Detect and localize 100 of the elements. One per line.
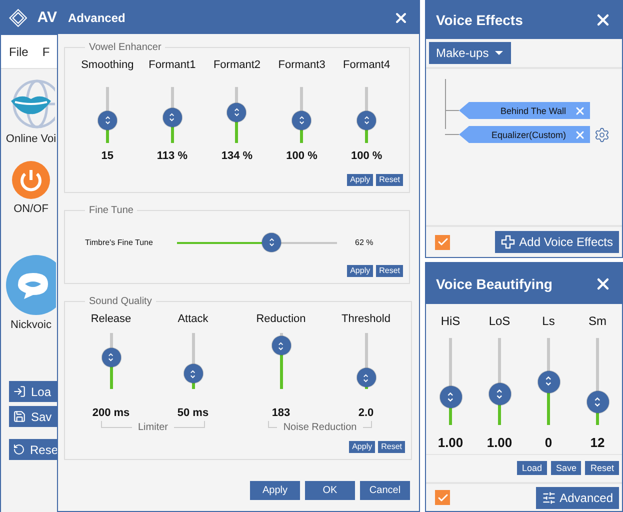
enable-checkbox[interactable] [435, 234, 450, 250]
chevrons-icon [168, 112, 176, 122]
slider-value: 134 % [221, 150, 253, 162]
slider-fill [192, 383, 194, 389]
plus-icon [501, 235, 516, 249]
slider-label: Threshold [342, 313, 390, 325]
slider-thumb[interactable] [586, 391, 608, 414]
slider-value: 12 [590, 435, 605, 450]
slider-label: Release [90, 313, 132, 325]
tool-label[interactable]: ON/OF [14, 203, 48, 215]
slider-fill [596, 413, 599, 425]
slider-thumb[interactable] [292, 111, 312, 130]
panel-title: Voice Effects [436, 12, 523, 28]
small-button[interactable]: Apply [347, 265, 374, 277]
slider-thumb[interactable] [262, 233, 281, 252]
effect-tag[interactable]: Equalizer(Custom) [459, 126, 590, 143]
slider-label: Formant1 [148, 59, 196, 71]
chevrons-icon [268, 237, 276, 248]
small-button[interactable]: Apply [349, 441, 376, 453]
small-button[interactable]: Reset [376, 265, 403, 277]
menu-item[interactable]: F [42, 44, 50, 58]
group-label: Noise Reduction [282, 422, 358, 433]
slider-value: 15 [101, 150, 114, 162]
slider-label: Smoothing [81, 59, 134, 71]
slider-thumb[interactable] [538, 370, 560, 392]
settings-icon[interactable] [594, 126, 610, 142]
slider-fill [106, 130, 109, 143]
tool-label[interactable]: Nickvoic [10, 319, 52, 331]
slider-thumb[interactable] [102, 348, 120, 367]
menu-item[interactable]: File [9, 44, 28, 58]
add-effects-button[interactable]: Add Voice Effects [495, 231, 619, 253]
enable-checkbox[interactable] [435, 490, 450, 505]
side-button[interactable]: Sav [9, 406, 58, 427]
slider-thumb[interactable] [357, 111, 376, 130]
small-button[interactable]: Load [516, 461, 547, 475]
slider-thumb[interactable] [162, 108, 182, 127]
chevrons-icon [362, 115, 370, 126]
slider-thumb[interactable] [356, 368, 376, 388]
slider-thumb[interactable] [227, 102, 246, 122]
slider-thumb[interactable] [98, 111, 117, 130]
panel-title: Voice Beautifying [436, 276, 552, 292]
side-button[interactable]: Loa [9, 381, 58, 402]
slider-fill [300, 130, 304, 143]
chevrons-icon [593, 396, 602, 408]
small-button[interactable]: Apply [347, 174, 374, 186]
slider-label: Formant4 [343, 59, 390, 71]
sliders-icon [542, 490, 556, 504]
slider-thumb[interactable] [488, 382, 510, 405]
slider-thumb[interactable] [184, 364, 202, 384]
dialog-title: Advanced [68, 10, 126, 24]
slider-value: 50 ms [177, 407, 209, 419]
slider-fill [110, 366, 112, 389]
slider-label: Reduction [256, 313, 306, 325]
slider-thumb[interactable] [440, 386, 462, 408]
small-button[interactable]: Save [550, 461, 582, 475]
bracket-line [362, 421, 372, 428]
dialog-button[interactable]: Cancel [360, 481, 410, 500]
login-icon [13, 385, 26, 398]
tool-label[interactable]: Online Voi [6, 133, 56, 145]
dropdown-button[interactable]: Make-ups [429, 42, 511, 64]
dialog-button[interactable]: OK [305, 481, 355, 500]
slider-label: LoS [488, 314, 510, 328]
chevrons-icon [233, 106, 241, 118]
small-button[interactable]: Reset [378, 441, 405, 453]
section-title: Sound Quality [88, 296, 153, 307]
dialog-button[interactable]: Apply [250, 481, 300, 500]
caret-icon [494, 51, 503, 55]
effect-label: Equalizer(Custom) [491, 130, 566, 140]
floppy-icon [13, 410, 26, 423]
advanced-button[interactable]: Advanced [536, 486, 619, 508]
effect-tag[interactable]: Behind The Wall [459, 102, 590, 119]
app-title: AV [37, 9, 57, 26]
slider-value: 113 % [156, 150, 188, 162]
slider-label: Ls [542, 314, 555, 328]
slider-fill [235, 122, 238, 143]
slider-value: 1.00 [438, 435, 464, 450]
chevrons-icon [446, 391, 455, 404]
side-button[interactable]: Rese [9, 439, 58, 460]
slider-fill [280, 355, 282, 389]
slider-thumb[interactable] [272, 336, 290, 356]
bracket-line [268, 421, 278, 428]
slider-fill [547, 392, 550, 425]
slider-label: Timbre's Fine Tune [85, 238, 154, 247]
power-icon [12, 161, 50, 199]
slider-value: 100 % [286, 150, 318, 162]
slider-value: 62 % [355, 238, 374, 247]
slider-label: Formant3 [278, 59, 326, 71]
group-label: Limiter [137, 422, 170, 433]
slider-label: Formant2 [213, 59, 261, 71]
slider-value: 1.00 [486, 435, 512, 450]
bracket-line [174, 421, 206, 428]
small-button[interactable]: Reset [585, 461, 619, 475]
chevrons-icon [277, 340, 285, 352]
chevrons-icon [298, 115, 306, 126]
small-button[interactable]: Reset [376, 174, 403, 186]
slider-value: 2.0 [358, 407, 374, 419]
slider-label: Attack [178, 313, 208, 325]
slider-value: 100 % [350, 150, 382, 162]
slider-fill [449, 408, 452, 425]
slider-fill [170, 126, 174, 143]
